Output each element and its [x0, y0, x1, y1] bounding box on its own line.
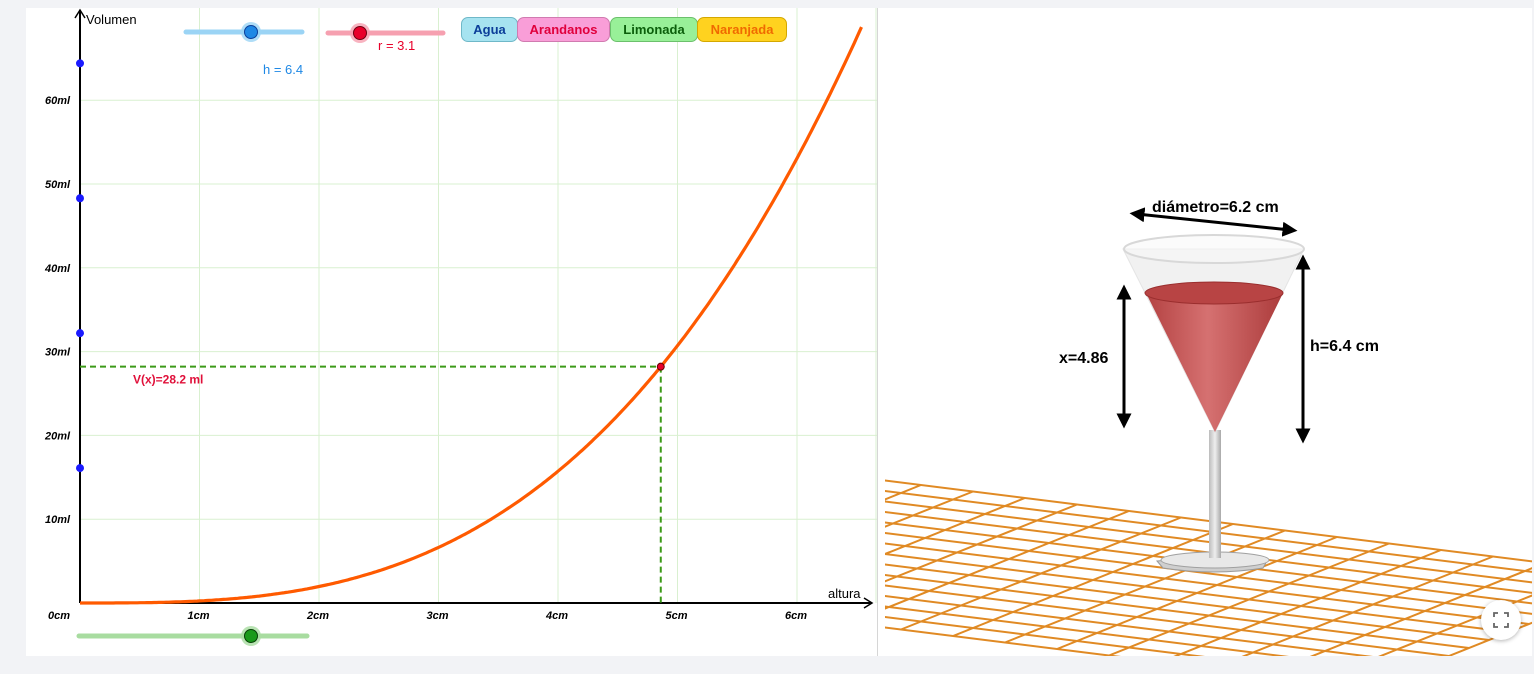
x-label: x=4.86	[1059, 350, 1108, 367]
h-slider-label: h = 6.4	[263, 62, 303, 77]
tick-labels: 1cm 2cm 3cm 4cm 5cm 6cm 10ml 20ml 30ml 40ml 50ml 60…	[44, 95, 807, 622]
y-axis-marker	[76, 59, 84, 68]
grid	[80, 8, 877, 603]
x-tick-label: 2cm	[306, 610, 329, 622]
y-tick-label: 60ml	[45, 95, 71, 107]
liquid-surface	[1144, 281, 1284, 305]
volume-graph[interactable]: Volumen altura 0cm 1cm 2cm 3cm 4cm 5cm 6cm 10m…	[26, 8, 877, 656]
y-axis-label: Volumen	[86, 12, 137, 27]
y-tick-label: 50ml	[45, 179, 71, 191]
3d-scene[interactable]: diámetro=6.2 cm h=6.4 cm x=4.86	[885, 8, 1532, 656]
r-slider[interactable]: r = 3.1	[325, 23, 446, 53]
x-axis-label: altura	[828, 586, 861, 601]
volume-curve	[80, 26, 863, 605]
limonada-button[interactable]: Limonada	[610, 17, 698, 42]
arandanos-button[interactable]: Arandanos	[517, 17, 610, 42]
x-tick-label: 3cm	[427, 610, 449, 622]
floor-grid-line	[900, 516, 1182, 631]
origin-label: 0cm	[48, 610, 70, 622]
height-label: h=6.4 cm	[1310, 338, 1379, 355]
x-tick-label: 4cm	[545, 610, 568, 622]
r-slider-label: r = 3.1	[378, 38, 415, 53]
y-tick-label: 30ml	[45, 347, 71, 359]
graph-view[interactable]: Volumen altura 0cm 1cm 2cm 3cm 4cm 5cm 6cm 10m…	[26, 8, 877, 656]
fullscreen-button[interactable]	[1481, 600, 1521, 640]
volume-point	[656, 362, 665, 371]
glass-stem	[1209, 430, 1221, 558]
liquid-cone	[1146, 293, 1283, 432]
y-axis-marker	[76, 464, 84, 473]
y-tick-label: 40ml	[44, 263, 71, 275]
floor-grid-line	[885, 626, 1122, 656]
fullscreen-icon	[1493, 612, 1509, 628]
guide-lines	[80, 362, 665, 603]
glass	[1122, 234, 1305, 573]
floor-grid-line	[952, 523, 1234, 637]
y-axis-marker	[76, 194, 84, 203]
glass-rim	[1123, 234, 1305, 264]
x-tick-label: 5cm	[666, 610, 688, 622]
y-tick-label: 10ml	[45, 514, 71, 526]
y-tick-label: 20ml	[44, 430, 71, 442]
naranjada-button[interactable]: Naranjada	[697, 17, 787, 42]
h-slider-handle[interactable]	[244, 25, 258, 39]
agua-button[interactable]: Agua	[461, 17, 518, 42]
floor-grid-line	[1004, 529, 1286, 644]
view-divider[interactable]	[877, 8, 885, 656]
x-tick-label: 6cm	[785, 610, 807, 622]
volume-value-label: V(x)=28.2 ml	[133, 373, 203, 387]
3d-view[interactable]: diámetro=6.2 cm h=6.4 cm x=4.86	[885, 8, 1532, 656]
x-tick-label: 1cm	[188, 610, 210, 622]
r-slider-handle[interactable]	[353, 26, 367, 40]
floor-grid-line	[885, 510, 1532, 594]
diameter-arrow	[1129, 207, 1298, 237]
volume-curve-line	[80, 26, 863, 605]
y-axis-marker	[76, 329, 84, 338]
x-slider-handle[interactable]	[244, 629, 258, 643]
diameter-label: diámetro=6.2 cm	[1152, 199, 1279, 216]
x-slider[interactable]	[76, 626, 310, 646]
h-slider[interactable]: h = 6.4	[183, 22, 305, 77]
